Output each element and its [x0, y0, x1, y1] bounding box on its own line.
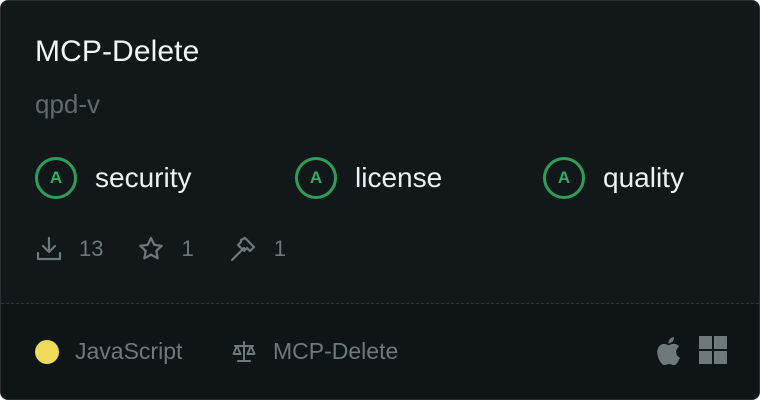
stars-stat: 1: [137, 235, 194, 263]
score-security[interactable]: A security: [35, 155, 191, 201]
grade-badge-quality: A: [543, 157, 585, 199]
downloads-stat: 13: [35, 235, 103, 263]
stats-row: 13 1 1: [35, 233, 320, 265]
stars-count: 1: [181, 236, 194, 261]
apple-icon: [655, 336, 681, 371]
server-name[interactable]: MCP-Delete: [35, 35, 199, 69]
license-name: MCP-Delete: [273, 338, 399, 364]
download-icon: [35, 235, 63, 263]
card-main: MCP-Delete qpd-v A security A license A …: [1, 1, 759, 303]
downloads-count: 13: [79, 236, 104, 261]
tools-count: 1: [273, 236, 286, 261]
star-icon: [137, 235, 165, 263]
scale-icon: [231, 339, 257, 370]
card-footer: JavaScript MCP-Delete: [1, 304, 759, 399]
score-quality[interactable]: A quality: [543, 155, 684, 201]
score-license[interactable]: A license: [295, 155, 442, 201]
score-label-quality: quality: [603, 162, 684, 193]
score-label-license: license: [355, 162, 443, 193]
hammer-icon: [228, 234, 258, 264]
server-author[interactable]: qpd-v: [35, 89, 100, 120]
grade-badge-license: A: [295, 157, 337, 199]
language-name: JavaScript: [75, 338, 183, 364]
windows-icon: [699, 336, 727, 369]
score-label-security: security: [95, 162, 192, 193]
language-color-dot: [35, 340, 59, 364]
grade-badge-security: A: [35, 157, 77, 199]
tools-stat: 1: [228, 234, 286, 264]
server-card[interactable]: MCP-Delete qpd-v A security A license A …: [0, 0, 760, 400]
